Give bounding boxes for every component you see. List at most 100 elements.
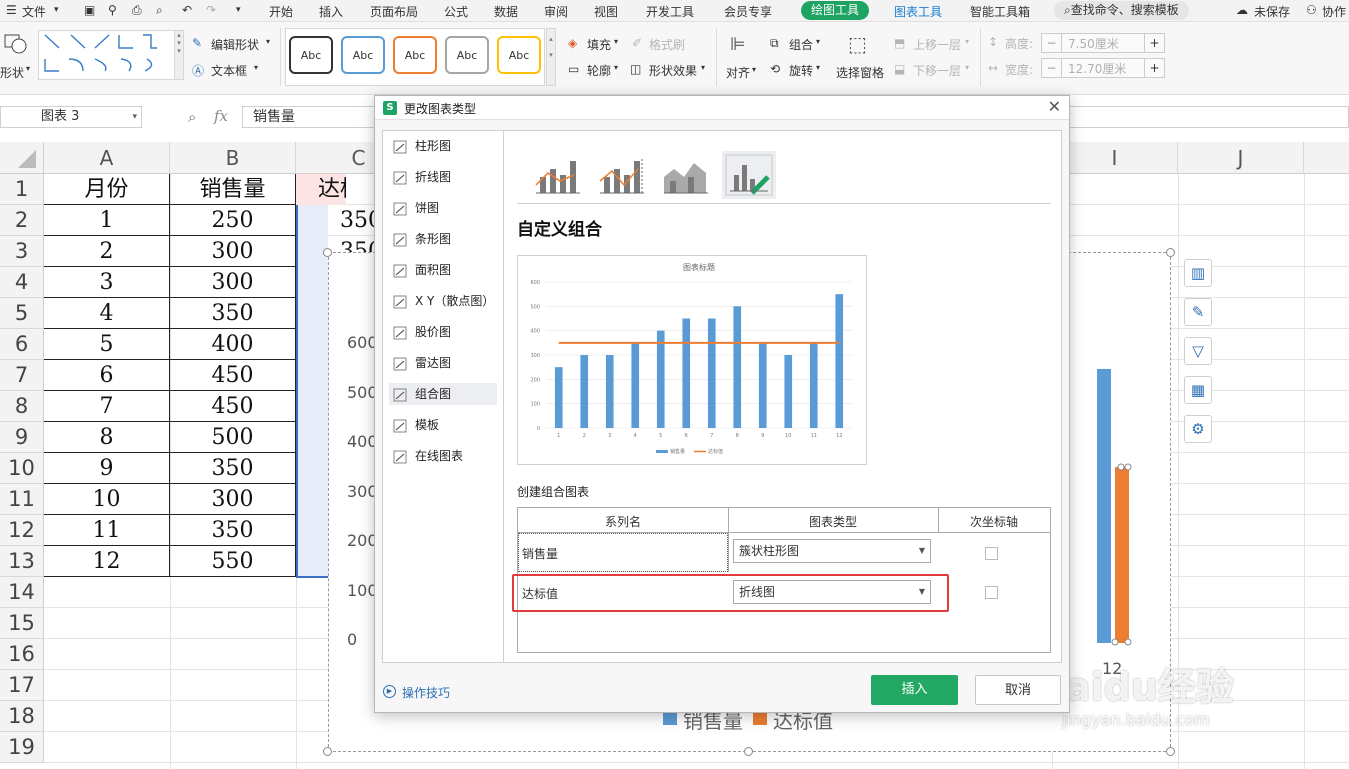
gallery-scroll[interactable]: ▴ ▾ ▾ — [174, 30, 184, 80]
nav-item-stock[interactable]: 股价图 — [389, 321, 497, 343]
row-header[interactable]: 18 — [0, 701, 44, 732]
row-header[interactable]: 11 — [0, 484, 44, 515]
table-cell-sales[interactable]: 300 — [170, 236, 296, 267]
nav-item-hbar[interactable]: 条形图 — [389, 228, 497, 250]
style-preset-2[interactable]: Abc — [341, 36, 385, 74]
tab-page-layout[interactable]: 页面布局 — [370, 3, 418, 20]
play-icon[interactable]: ▶ — [383, 685, 396, 698]
chevron-down-icon[interactable]: ▾ — [132, 107, 137, 127]
outline-button[interactable]: 轮廓 — [587, 62, 611, 79]
combo-thumb-custom[interactable] — [722, 151, 776, 199]
row-header[interactable]: 19 — [0, 732, 44, 763]
chevron-down-icon[interactable]: ▾ — [965, 37, 969, 46]
table-cell-month[interactable]: 12 — [44, 546, 170, 577]
table-cell-month[interactable]: 10 — [44, 484, 170, 515]
menu-file[interactable]: 文件 — [22, 3, 46, 20]
fx-icon[interactable]: fx — [214, 107, 228, 125]
tab-formula[interactable]: 公式 — [444, 3, 468, 20]
name-box[interactable]: 图表 3 ▾ — [0, 106, 142, 128]
table-cell-month[interactable]: 3 — [44, 267, 170, 298]
nav-item-radar[interactable]: 雷达图 — [389, 352, 497, 374]
row-header[interactable]: 12 — [0, 515, 44, 546]
selection-pane-button[interactable]: 选择窗格 — [836, 64, 884, 81]
nav-item-scatter[interactable]: X Y（散点图） — [389, 290, 497, 312]
resize-handle[interactable] — [1111, 638, 1119, 646]
save-icon[interactable]: ▣ — [84, 3, 95, 17]
style-preset-3[interactable]: Abc — [393, 36, 437, 74]
nav-item-pie[interactable]: 饼图 — [389, 197, 497, 219]
tips-link[interactable]: 操作技巧 — [402, 684, 450, 701]
width-stepper[interactable]: − 12.70厘米 + — [1041, 58, 1165, 78]
row-header[interactable]: 7 — [0, 360, 44, 391]
tab-insert[interactable]: 插入 — [319, 3, 343, 20]
nav-item-online[interactable]: 在线图表 — [389, 445, 497, 467]
row-header[interactable]: 3 — [0, 236, 44, 267]
style-preset-5[interactable]: Abc — [497, 36, 541, 74]
bar-target-12[interactable] — [1115, 467, 1129, 643]
resize-handle[interactable] — [1124, 463, 1132, 471]
table-cell-month[interactable]: 8 — [44, 422, 170, 453]
cell-c2[interactable]: 350 — [296, 205, 376, 236]
cell-a1[interactable]: 月份 — [44, 174, 170, 205]
table-cell-month[interactable]: 1 — [44, 205, 170, 236]
row-header[interactable]: 15 — [0, 608, 44, 639]
insert-button[interactable]: 插入 — [871, 675, 958, 705]
tab-view[interactable]: 视图 — [594, 3, 618, 20]
chart-data-icon[interactable]: ▦ — [1184, 376, 1212, 404]
resize-handle[interactable] — [1124, 638, 1132, 646]
chevron-down-icon[interactable]: ▾ — [266, 37, 270, 46]
cell-c1[interactable]: 达标 — [296, 174, 346, 205]
link-icon[interactable]: ⚲ — [108, 3, 117, 17]
row-header[interactable]: 8 — [0, 391, 44, 422]
tab-drawing-tools[interactable]: 绘图工具 — [801, 1, 870, 20]
secondary-axis-checkbox-sales[interactable] — [985, 547, 998, 560]
table-cell-month[interactable]: 4 — [44, 298, 170, 329]
style-preset-4[interactable]: Abc — [445, 36, 489, 74]
table-cell-sales[interactable]: 350 — [170, 298, 296, 329]
nav-item-bar[interactable]: 柱形图 — [389, 135, 497, 157]
table-cell-month[interactable]: 7 — [44, 391, 170, 422]
send-backward-button[interactable]: 下移一层 — [913, 62, 961, 79]
shape-button[interactable]: 形状 — [0, 64, 24, 81]
tab-developer[interactable]: 开发工具 — [646, 3, 694, 20]
edit-shape-button[interactable]: 编辑形状 — [211, 36, 259, 53]
table-cell-sales[interactable]: 550 — [170, 546, 296, 577]
resize-handle[interactable] — [744, 747, 753, 756]
bring-forward-button[interactable]: 上移一层 — [913, 36, 961, 53]
plus-icon[interactable]: + — [1144, 34, 1164, 52]
chevron-down-icon[interactable]: ▾ — [965, 63, 969, 72]
resize-handle[interactable] — [1117, 463, 1125, 471]
plus-icon[interactable]: + — [1144, 59, 1164, 77]
table-cell-sales[interactable]: 300 — [170, 267, 296, 298]
row-header[interactable]: 2 — [0, 205, 44, 236]
row-header[interactable]: 10 — [0, 453, 44, 484]
select-all-corner[interactable] — [0, 142, 44, 174]
preview-icon[interactable]: ⌕ — [156, 3, 163, 18]
row-header[interactable]: 17 — [0, 670, 44, 701]
shape-effect-button[interactable]: 形状效果 — [649, 62, 697, 79]
textbox-button[interactable]: 文本框 — [211, 62, 247, 79]
table-cell-sales[interactable]: 300 — [170, 484, 296, 515]
column-header-i[interactable]: I — [1052, 142, 1178, 174]
table-cell-sales[interactable]: 400 — [170, 329, 296, 360]
table-cell-month[interactable]: 5 — [44, 329, 170, 360]
chevron-down-icon[interactable]: ▾ — [236, 5, 241, 15]
chart-style-icon[interactable]: ✎ — [1184, 298, 1212, 326]
cell-b1[interactable]: 销售量 — [170, 174, 296, 205]
chevron-down-icon[interactable]: ▾ — [701, 63, 705, 72]
tab-chart-tools[interactable]: 图表工具 — [894, 3, 942, 20]
minus-icon[interactable]: − — [1042, 59, 1062, 77]
resize-handle[interactable] — [323, 248, 332, 257]
chevron-down-icon[interactable]: ▾ — [614, 37, 618, 46]
table-cell-month[interactable]: 6 — [44, 360, 170, 391]
format-brush-button[interactable]: 格式刷 — [649, 36, 685, 53]
resize-handle[interactable] — [1166, 747, 1175, 756]
cell-c3[interactable]: 350 — [296, 236, 376, 252]
resize-handle[interactable] — [323, 747, 332, 756]
row-header[interactable]: 13 — [0, 546, 44, 577]
align-button[interactable]: 对齐 — [726, 64, 750, 81]
chevron-down-icon[interactable]: ▾ — [816, 37, 820, 46]
tab-review[interactable]: 审阅 — [544, 3, 568, 20]
table-cell-sales[interactable]: 350 — [170, 515, 296, 546]
shape-icon[interactable] — [4, 32, 28, 56]
